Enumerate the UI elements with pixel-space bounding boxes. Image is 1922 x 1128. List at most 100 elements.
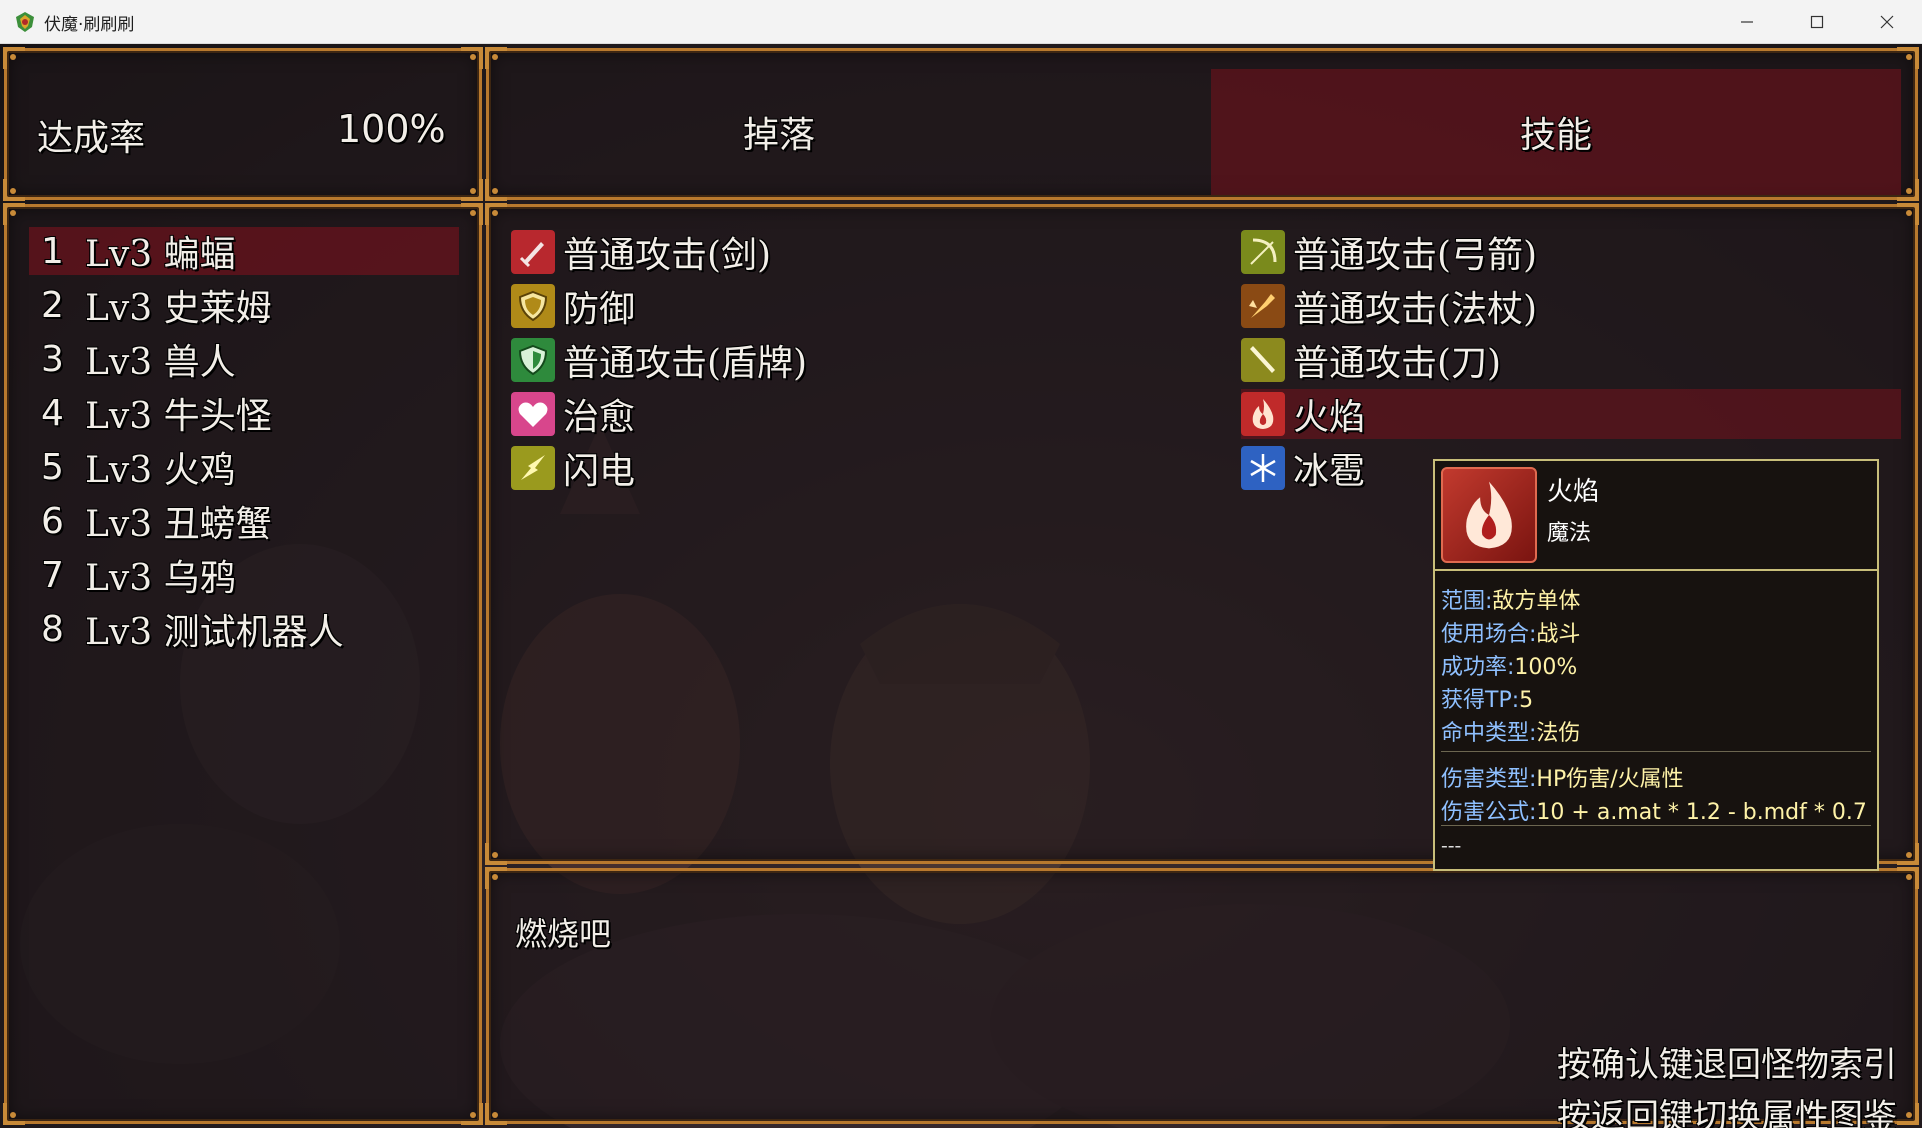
monster-list-item[interactable]: 5 Lv3 火鸡 xyxy=(29,443,459,492)
window-titlebar: 伏魔·刷刷刷 xyxy=(0,0,1922,44)
skill-item[interactable]: 治愈 xyxy=(511,389,1201,439)
game-screen: 达成率 100% 掉落 技能 1 Lv3 蝙蝠 2 Lv3 史莱姆 3 Lv3 … xyxy=(0,44,1922,1128)
monster-name: Lv3 火鸡 xyxy=(85,450,236,491)
tooltip-stat: 获得TP:5 xyxy=(1441,682,1533,714)
blade-icon xyxy=(1241,338,1285,382)
frame-ornament xyxy=(461,47,483,69)
tooltip-stat: 使用场合:战斗 xyxy=(1441,616,1580,648)
tooltip-stat: 伤害类型:HP伤害/火属性 xyxy=(1441,761,1684,793)
maximize-button[interactable] xyxy=(1782,0,1852,44)
stat-value: 100% xyxy=(1514,655,1578,680)
tooltip-divider xyxy=(1441,751,1871,752)
tooltip-stat: 成功率:100% xyxy=(1441,649,1577,681)
monster-list-item[interactable]: 6 Lv3 丑螃蟹 xyxy=(29,497,459,546)
tooltip-footer: --- xyxy=(1441,833,1462,857)
skill-item-selected[interactable]: 火焰 xyxy=(1241,389,1901,439)
skill-item[interactable]: 闪电 xyxy=(511,443,1201,493)
monster-name: Lv3 丑螃蟹 xyxy=(85,504,272,545)
stat-value: 10 + a.mat * 1.2 - b.mdf * 0.7 xyxy=(1536,800,1867,825)
completion-label: 达成率 xyxy=(37,118,146,159)
skill-item[interactable]: 普通攻击(剑) xyxy=(511,227,1201,277)
skill-name: 治愈 xyxy=(563,397,636,438)
frame-ornament xyxy=(1897,867,1919,889)
monster-number: 8 xyxy=(41,608,64,650)
skill-item[interactable]: 普通攻击(盾牌) xyxy=(511,335,1201,385)
frame-ornament xyxy=(485,867,507,889)
completion-value: 100% xyxy=(337,107,446,151)
monster-list-item[interactable]: 3 Lv3 兽人 xyxy=(29,335,459,384)
description-panel: 燃烧吧 按确认键退回怪物索引 按返回键切换属性图鉴 xyxy=(485,867,1919,1128)
stat-value: HP伤害/火属性 xyxy=(1536,767,1684,792)
app-icon xyxy=(16,12,34,32)
tooltip-stat: 命中类型:法伤 xyxy=(1441,715,1580,747)
tab-panel: 掉落 技能 xyxy=(485,47,1919,201)
monster-name: Lv3 史莱姆 xyxy=(85,288,272,329)
monster-list-item[interactable]: 4 Lv3 牛头怪 xyxy=(29,389,459,438)
snowflake-icon xyxy=(1241,446,1285,490)
stat-key: 伤害类型: xyxy=(1441,767,1537,792)
monster-number: 1 xyxy=(41,230,64,272)
bow-icon xyxy=(1241,230,1285,274)
monster-name: Lv3 乌鸦 xyxy=(85,558,236,599)
skill-name: 闪电 xyxy=(563,451,636,492)
stat-value: 5 xyxy=(1519,688,1534,713)
stat-value: 敌方单体 xyxy=(1492,589,1581,614)
frame-ornament xyxy=(1897,203,1919,225)
monster-number: 6 xyxy=(41,500,64,542)
staff-icon xyxy=(1241,284,1285,328)
skill-name: 普通攻击(盾牌) xyxy=(563,343,808,384)
monster-list-item[interactable]: 2 Lv3 史莱姆 xyxy=(29,281,459,330)
skill-name: 普通攻击(剑) xyxy=(563,235,772,276)
stat-value: 战斗 xyxy=(1536,622,1581,647)
frame-ornament xyxy=(3,179,25,201)
skill-name: 防御 xyxy=(563,289,636,330)
frame-ornament xyxy=(1897,843,1919,865)
stat-key: 获得TP: xyxy=(1441,688,1520,713)
tooltip-divider xyxy=(1441,825,1871,826)
stat-key: 范围: xyxy=(1441,589,1493,614)
skill-tooltip: 火焰 魔法 范围:敌方单体 使用场合:战斗 成功率:100% 获得TP:5 命中… xyxy=(1433,459,1879,871)
stat-key: 命中类型: xyxy=(1441,721,1537,746)
monster-name: Lv3 牛头怪 xyxy=(85,396,272,437)
completion-panel: 达成率 100% xyxy=(3,47,483,201)
stat-key: 伤害公式: xyxy=(1441,800,1537,825)
monster-list-panel: 1 Lv3 蝙蝠 2 Lv3 史莱姆 3 Lv3 兽人 4 Lv3 牛头怪 5 … xyxy=(3,203,483,1125)
monster-number: 2 xyxy=(41,284,64,326)
close-button[interactable] xyxy=(1852,0,1922,44)
monster-name: Lv3 蝙蝠 xyxy=(85,234,236,275)
tab-drops[interactable]: 掉落 xyxy=(509,69,1049,195)
window-title: 伏魔·刷刷刷 xyxy=(44,15,135,35)
close-icon xyxy=(1880,15,1894,29)
frame-ornament xyxy=(1897,47,1919,69)
skill-name: 普通攻击(刀) xyxy=(1293,343,1502,384)
monster-list-item[interactable]: 1 Lv3 蝙蝠 xyxy=(29,227,459,275)
monster-list-item[interactable]: 7 Lv3 乌鸦 xyxy=(29,551,459,600)
frame-ornament xyxy=(3,1103,25,1125)
tooltip-skill-name: 火焰 xyxy=(1547,477,1600,507)
hint-confirm: 按确认键退回怪物索引 xyxy=(1557,1045,1897,1085)
shield-icon xyxy=(511,284,555,328)
frame-ornament xyxy=(3,203,25,225)
frame-ornament xyxy=(461,1103,483,1125)
monster-list-item[interactable]: 8 Lv3 测试机器人 xyxy=(29,605,459,654)
minimize-icon xyxy=(1741,21,1753,23)
frame-ornament xyxy=(461,203,483,225)
frame-ornament xyxy=(485,179,507,201)
minimize-button[interactable] xyxy=(1712,0,1782,44)
skill-item[interactable]: 防御 xyxy=(511,281,1201,331)
tooltip-header: 火焰 魔法 xyxy=(1435,461,1877,571)
tab-skills[interactable]: 技能 xyxy=(1211,69,1901,195)
skill-item[interactable]: 普通攻击(法杖) xyxy=(1241,281,1901,331)
monster-number: 5 xyxy=(41,446,64,488)
skill-item[interactable]: 普通攻击(刀) xyxy=(1241,335,1901,385)
monster-number: 4 xyxy=(41,392,64,434)
tooltip-stat: 伤害公式:10 + a.mat * 1.2 - b.mdf * 0.7 xyxy=(1441,794,1867,826)
maximize-icon xyxy=(1810,15,1824,29)
tooltip-skill-type: 魔法 xyxy=(1547,521,1592,546)
skill-item[interactable]: 普通攻击(弓箭) xyxy=(1241,227,1901,277)
skill-name: 火焰 xyxy=(1293,397,1366,438)
skill-item[interactable]: 冰雹 xyxy=(1241,443,1441,493)
skill-name: 冰雹 xyxy=(1293,451,1366,492)
fire-icon xyxy=(1441,467,1537,563)
stat-value: 法伤 xyxy=(1536,721,1581,746)
